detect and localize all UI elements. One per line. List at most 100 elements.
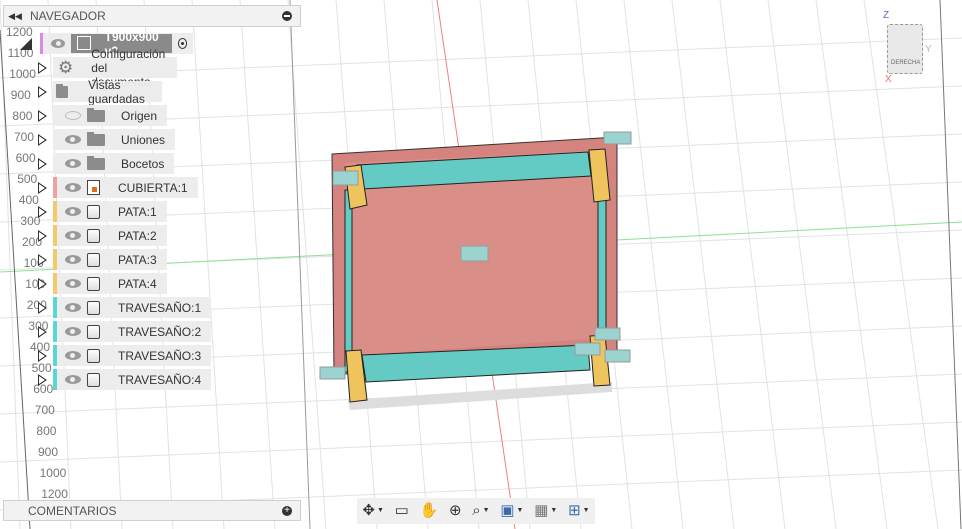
body-icon [87, 204, 100, 219]
body-icon [87, 276, 100, 291]
pan-icon: ✋ [419, 502, 439, 519]
eye-hidden-icon[interactable] [65, 111, 81, 120]
ruler-label: 500 [17, 172, 37, 186]
eye-icon[interactable] [65, 327, 81, 336]
folder-icon [87, 155, 105, 170]
color-bar [53, 297, 57, 318]
color-bar [53, 369, 57, 390]
eye-icon[interactable] [65, 351, 81, 360]
comments-title: COMENTARIOS [28, 503, 117, 518]
tree-item[interactable]: TRAVESAÑO:2 [38, 321, 212, 342]
expand-icon[interactable] [38, 253, 47, 266]
tree-item[interactable]: CUBIERTA:1 [38, 177, 198, 198]
tree-item-label: TRAVESAÑO:4 [118, 372, 202, 387]
view-cube[interactable]: Z DERECHA Y X [883, 10, 932, 85]
zoom-icon: ⊕ [448, 502, 462, 519]
tree-item[interactable]: PATA:2 [38, 225, 167, 246]
color-bar [53, 249, 57, 270]
collapse-panel-icon[interactable]: ◀◀ [4, 11, 26, 22]
eye-icon[interactable] [65, 279, 81, 288]
expand-icon[interactable] [38, 85, 47, 98]
tree-item-label: PATA:2 [118, 228, 157, 243]
display-settings-button[interactable]: ▣ ▼ [500, 502, 523, 520]
tree-item[interactable]: PATA:1 [38, 201, 167, 222]
orbit-icon: ✥ [362, 502, 375, 519]
eye-icon[interactable] [65, 255, 81, 264]
eye-icon[interactable] [65, 183, 81, 192]
viewports-button[interactable]: ⊞ ▼ [568, 502, 590, 520]
grid-icon: ▦ [534, 502, 549, 519]
expand-icon[interactable] [38, 181, 47, 194]
display-settings-icon: ▣ [500, 502, 515, 519]
expand-icon[interactable] [38, 61, 47, 74]
tree-item-label: TRAVESAÑO:2 [118, 324, 202, 339]
expand-icon[interactable] [38, 133, 47, 146]
tree-item[interactable]: PATA:4 [38, 273, 167, 294]
grid-button[interactable]: ▦ ▼ [534, 502, 557, 520]
navigator-title: NAVEGADOR [30, 9, 106, 23]
tree-item[interactable]: Origen [38, 105, 168, 126]
eye-icon[interactable] [65, 375, 81, 384]
eye-icon[interactable] [51, 39, 65, 48]
tree-item-label: TRAVESAÑO:1 [118, 300, 202, 315]
tree-item[interactable]: TRAVESAÑO:3 [38, 345, 212, 366]
color-bar [53, 273, 57, 294]
ruler-label: 700 [14, 130, 34, 144]
x-axis-label: X [885, 74, 892, 85]
tree-item[interactable]: Bocetos [38, 153, 175, 174]
tree-item[interactable]: ⚙Configuración del documento [38, 47, 178, 89]
ruler-label: 800 [12, 109, 32, 123]
body-icon [87, 324, 100, 339]
table-model[interactable] [319, 131, 632, 410]
tree-item[interactable]: TRAVESAÑO:1 [38, 297, 212, 318]
body-icon [87, 228, 100, 243]
view-cube-face-label: DERECHA [891, 60, 921, 66]
root-expand-icon[interactable] [20, 37, 32, 50]
orbit-button[interactable]: ✥ ▼ [362, 502, 384, 520]
tree-item[interactable]: TRAVESAÑO:4 [38, 369, 212, 390]
expand-icon[interactable] [38, 277, 47, 290]
tree-item[interactable]: PATA:3 [38, 249, 167, 270]
tree-item-label: Vistas guardadas [88, 77, 145, 106]
expand-icon[interactable] [38, 301, 47, 314]
body-icon [87, 300, 100, 315]
expand-icon[interactable] [38, 229, 47, 242]
look-at-button[interactable]: ▭ [395, 502, 409, 520]
expand-icon[interactable] [38, 205, 47, 218]
eye-icon[interactable] [65, 159, 81, 168]
ruler-label: 800 [36, 424, 56, 438]
fit-button[interactable]: ⌕ ▼ [472, 502, 489, 520]
view-cube-body[interactable] [887, 24, 923, 74]
expand-icon[interactable] [38, 349, 47, 362]
ruler-label: 1200 [41, 487, 68, 501]
gear-icon: ⚙ [57, 57, 74, 77]
add-comment-icon[interactable]: + [282, 506, 292, 516]
expand-icon[interactable] [38, 157, 47, 170]
tree-item-label: CUBIERTA:1 [118, 180, 188, 195]
pan-button[interactable]: ✋ [420, 502, 439, 520]
tree-item-label: Uniones [121, 132, 166, 147]
expand-icon[interactable] [38, 109, 47, 122]
minimize-icon[interactable] [282, 11, 292, 21]
navigator-header[interactable]: ◀◀ NAVEGADOR [3, 5, 301, 27]
color-bar [53, 345, 57, 366]
eye-icon[interactable] [65, 207, 81, 216]
folder-icon [87, 131, 105, 146]
tree-item[interactable]: Uniones [38, 129, 176, 150]
eye-icon[interactable] [65, 135, 81, 144]
tree-item[interactable]: Vistas guardadas [38, 78, 162, 106]
tree-item-label: TRAVESAÑO:3 [118, 348, 202, 363]
expand-icon[interactable] [38, 325, 47, 338]
tree-item-label: PATA:1 [118, 204, 157, 219]
activate-radio-icon[interactable] [177, 38, 188, 49]
comments-panel[interactable]: COMENTARIOS + [3, 500, 301, 521]
eye-icon[interactable] [65, 303, 81, 312]
look-at-icon: ▭ [394, 502, 409, 519]
eye-icon[interactable] [65, 231, 81, 240]
component-icon [76, 36, 91, 50]
body-icon [87, 372, 100, 387]
zoom-button[interactable]: ⊕ [449, 502, 462, 520]
tree-item-label: PATA:3 [118, 252, 157, 267]
body-icon [87, 252, 100, 267]
expand-icon[interactable] [38, 373, 47, 386]
